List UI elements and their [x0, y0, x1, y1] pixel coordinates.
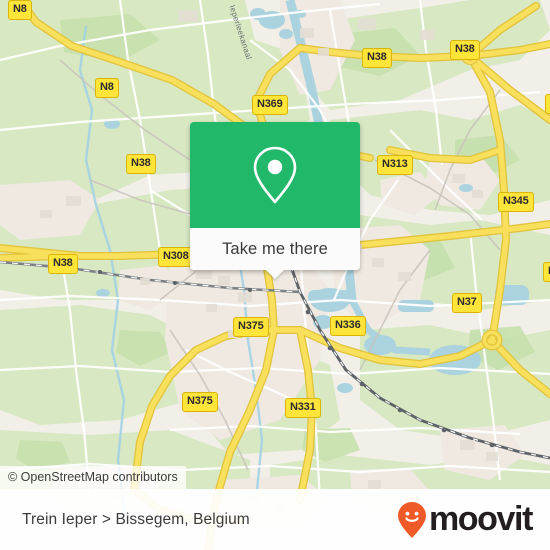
osm-attribution[interactable]: © OpenStreetMap contributors	[0, 466, 186, 489]
callout-header	[190, 122, 360, 228]
moovit-logo[interactable]: moovit	[397, 499, 533, 539]
road-shield-n38-c[interactable]: N38	[126, 154, 156, 174]
screenshot-root: Ieperleekanaal N8 N8 N369 N38 N38 N38 N3…	[0, 0, 550, 550]
road-shield-n8-a[interactable]: N8	[8, 0, 32, 20]
footer-bar: Trein Ieper > Bissegem, Belgium moovit	[0, 489, 550, 550]
road-shield-n369[interactable]: N369	[252, 95, 288, 115]
road-shield-n375-a[interactable]: N375	[233, 317, 269, 337]
road-shield-edge-right-top[interactable]: N	[545, 94, 550, 114]
road-shield-n345[interactable]: N345	[498, 192, 534, 212]
road-shield-n336[interactable]: N336	[330, 316, 366, 336]
road-shield-edge-right-mid[interactable]: N	[543, 262, 550, 282]
road-shield-n331[interactable]: N331	[285, 398, 321, 418]
road-shield-n308[interactable]: N308	[158, 247, 194, 267]
take-me-there-callout[interactable]: Take me there	[190, 122, 360, 279]
route-title: Trein Ieper > Bissegem, Belgium	[22, 510, 250, 528]
road-shield-n38-a[interactable]: N38	[362, 48, 392, 68]
map-pin-icon	[249, 144, 301, 206]
road-shield-n37[interactable]: N37	[452, 293, 482, 313]
road-shield-n375-b[interactable]: N375	[182, 392, 218, 412]
road-shield-n313[interactable]: N313	[377, 155, 413, 175]
road-shield-n38-b[interactable]: N38	[450, 40, 480, 60]
callout-action[interactable]: Take me there	[190, 228, 360, 279]
moovit-wordmark: moovit	[428, 499, 533, 538]
road-shield-n8-b[interactable]: N8	[95, 78, 119, 98]
moovit-pin-smile-icon	[397, 501, 427, 539]
road-shield-n38-d[interactable]: N38	[48, 254, 78, 274]
callout-pointer	[266, 270, 284, 279]
take-me-there-label: Take me there	[222, 239, 328, 258]
